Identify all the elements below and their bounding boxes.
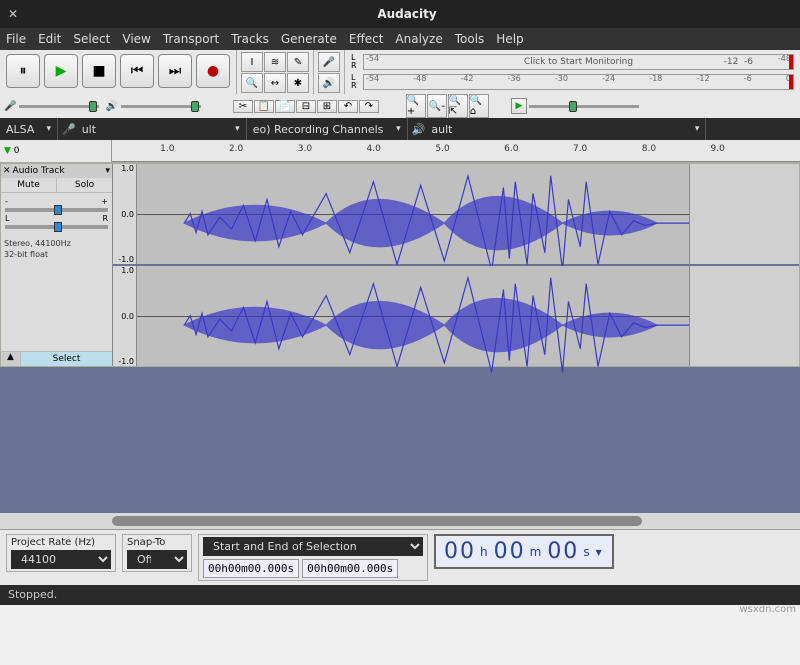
trim-button[interactable]: ⊟: [296, 100, 316, 113]
track-menu-icon[interactable]: ▾: [105, 166, 110, 176]
redo-button[interactable]: ↷: [359, 100, 379, 113]
zoom-toolbar: 🔍+ 🔍- 🔍⇱ 🔍⌂: [406, 94, 489, 118]
play-at-speed: ▶: [511, 98, 639, 114]
mic-icon: 🎤: [4, 101, 16, 112]
play-button[interactable]: ▶: [44, 54, 78, 88]
zoom-fit-button[interactable]: 🔍⌂: [469, 94, 489, 118]
channel-right[interactable]: 1.0 0.0 -1.0: [113, 266, 799, 366]
clip-indicator: [789, 75, 793, 89]
silence-button[interactable]: ⊞: [317, 100, 337, 113]
timeshift-tool[interactable]: ↔: [264, 73, 286, 93]
meters: LR -54-48 Click to Start Monitoring -12 …: [345, 50, 800, 94]
menu-analyze[interactable]: Analyze: [395, 32, 442, 46]
collapse-icon[interactable]: ▲: [1, 352, 21, 366]
speaker-icon[interactable]: 🔊: [318, 73, 340, 93]
device-toolbar: ALSA 🎤 ult eo) Recording Channels 🔊 ault: [0, 118, 800, 140]
mic-icon[interactable]: 🎤: [318, 52, 340, 72]
stop-button[interactable]: ■: [82, 54, 116, 88]
menu-help[interactable]: Help: [496, 32, 523, 46]
track-close-icon[interactable]: ✕: [3, 166, 11, 176]
menu-tools[interactable]: Tools: [455, 32, 485, 46]
record-button[interactable]: ●: [196, 54, 230, 88]
menu-tracks[interactable]: Tracks: [231, 32, 269, 46]
track-name[interactable]: Audio Track: [13, 166, 65, 176]
paste-button[interactable]: 📄: [275, 100, 295, 113]
rec-device-combo[interactable]: ult: [76, 121, 246, 138]
track-info: Stereo, 44100Hz 32-bit float: [1, 235, 112, 263]
close-icon[interactable]: ✕: [8, 7, 22, 21]
horizontal-scrollbar[interactable]: [0, 513, 800, 529]
menu-edit[interactable]: Edit: [38, 32, 61, 46]
track-control-panel: ✕ Audio Track ▾ Mute Solo -+ LR Stereo, …: [1, 164, 113, 366]
multi-tool[interactable]: ✱: [287, 73, 309, 93]
selection-mode-combo[interactable]: Start and End of Selection: [203, 537, 423, 556]
playback-meter[interactable]: -54-48-42-36-30-24-18-12-60: [363, 74, 794, 90]
play-lr-label: LR: [351, 74, 359, 90]
menu-select[interactable]: Select: [73, 32, 110, 46]
selection-toolbar: Project Rate (Hz) 44100 Snap-To Off Star…: [0, 529, 800, 585]
draw-tool[interactable]: ✎: [287, 52, 309, 72]
window-title: Audacity: [22, 7, 792, 21]
menu-transport[interactable]: Transport: [163, 32, 219, 46]
play-volume[interactable]: 🔊: [105, 101, 200, 112]
mute-button[interactable]: Mute: [1, 178, 57, 192]
speaker-icon: 🔊: [105, 101, 117, 112]
solo-button[interactable]: Solo: [57, 178, 112, 192]
cut-button[interactable]: ✂: [233, 100, 253, 113]
titlebar: ✕ Audacity: [0, 0, 800, 28]
rec-volume[interactable]: 🎤: [4, 101, 99, 112]
snap-to-combo[interactable]: Off: [127, 550, 187, 569]
track-select-button[interactable]: Select: [21, 352, 112, 366]
zoom-tool[interactable]: 🔍: [241, 73, 263, 93]
rec-lr-label: LR: [351, 54, 359, 70]
play-device-combo[interactable]: ault: [425, 121, 705, 138]
selection-start-time[interactable]: 00h00m00.000s: [203, 559, 299, 578]
skip-end-button[interactable]: ⏭: [158, 54, 192, 88]
clip-indicator: [789, 55, 793, 69]
audio-track[interactable]: ✕ Audio Track ▾ Mute Solo -+ LR Stereo, …: [0, 163, 800, 367]
watermark: wsxdn.com: [739, 604, 796, 615]
skip-start-button[interactable]: ⏮: [120, 54, 154, 88]
pan-slider[interactable]: [5, 225, 108, 229]
undo-button[interactable]: ↶: [338, 100, 358, 113]
selection-end-time[interactable]: 00h00m00.000s: [302, 559, 398, 578]
recording-meter[interactable]: -54-48 Click to Start Monitoring -12 -6: [363, 54, 794, 70]
meter-icons: 🎤 🔊: [314, 50, 345, 94]
menu-file[interactable]: File: [6, 32, 26, 46]
channel-left[interactable]: 1.0 0.0 -1.0: [113, 164, 799, 266]
snap-to-label: Snap-To: [127, 537, 187, 548]
status-bar: Stopped.: [0, 585, 800, 605]
envelope-tool[interactable]: ≋: [264, 52, 286, 72]
audio-host-combo[interactable]: ALSA: [0, 121, 57, 138]
rec-channels-combo[interactable]: eo) Recording Channels: [247, 121, 407, 138]
zoom-out-button[interactable]: 🔍-: [427, 94, 447, 118]
project-rate-label: Project Rate (Hz): [11, 537, 111, 548]
menu-effect[interactable]: Effect: [349, 32, 384, 46]
zoom-sel-button[interactable]: 🔍⇱: [448, 94, 468, 118]
toolbar-area: ⏸ ▶ ■ ⏮ ⏭ ● I ≋ ✎ 🔍 ↔ ✱ 🎤 🔊 LR -54-48: [0, 50, 800, 163]
zoom-in-button[interactable]: 🔍+: [406, 94, 426, 118]
timeline[interactable]: ▼ 0 1.0 2.0 3.0 4.0 5.0 6.0 7.0 8.0 9.0: [0, 140, 800, 162]
selection-tool[interactable]: I: [241, 52, 263, 72]
edit-toolbar: ✂ 📋 📄 ⊟ ⊞ ↶ ↷: [233, 100, 400, 113]
play-speed-button[interactable]: ▶: [511, 98, 527, 114]
workspace: ✕ Audio Track ▾ Mute Solo -+ LR Stereo, …: [0, 163, 800, 529]
project-rate-combo[interactable]: 44100: [11, 550, 111, 569]
audio-position[interactable]: 00h 00m 00s ▾: [434, 534, 614, 569]
pause-button[interactable]: ⏸: [6, 54, 40, 88]
tools-toolbar: I ≋ ✎ 🔍 ↔ ✱: [237, 50, 314, 94]
copy-button[interactable]: 📋: [254, 100, 274, 113]
menubar: File Edit Select View Transport Tracks G…: [0, 28, 800, 50]
menu-view[interactable]: View: [122, 32, 150, 46]
transport-toolbar: ⏸ ▶ ■ ⏮ ⏭ ●: [0, 50, 237, 94]
menu-generate[interactable]: Generate: [281, 32, 337, 46]
gain-slider[interactable]: [5, 208, 108, 212]
